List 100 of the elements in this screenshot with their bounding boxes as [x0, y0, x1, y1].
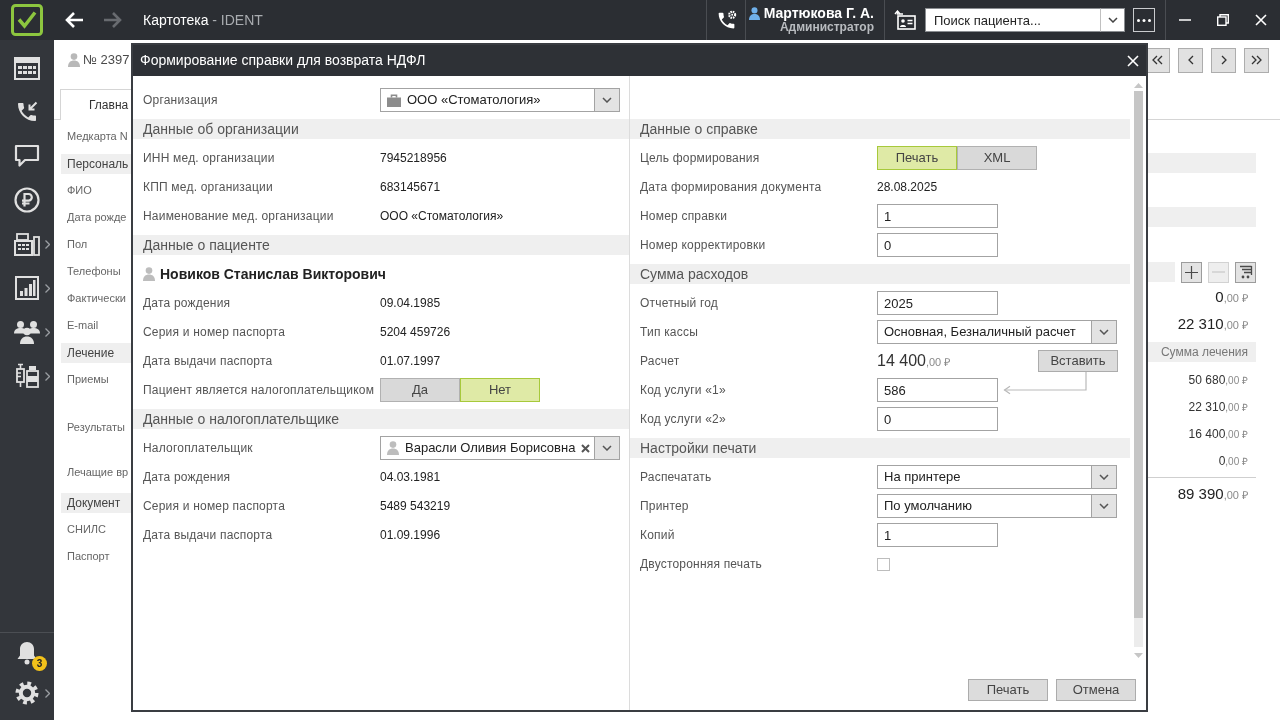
person-icon: [387, 441, 399, 455]
chevron-down-icon: [1099, 329, 1109, 335]
clear-icon[interactable]: [581, 443, 591, 453]
last-button[interactable]: [1244, 47, 1269, 73]
incoming-call-icon[interactable]: [15, 100, 39, 124]
plus-icon: [1185, 265, 1198, 279]
field-label: Расчет: [640, 353, 681, 370]
chevron-down-icon: [602, 97, 612, 103]
window-title: Картотека - IDENT: [143, 10, 263, 30]
section-header: Лечение: [61, 342, 131, 363]
previous-button[interactable]: [1178, 47, 1203, 73]
more-icon: [1137, 18, 1151, 22]
select-field[interactable]: Варасли Оливия Борисовна: [380, 436, 594, 460]
more-button[interactable]: [1133, 8, 1155, 32]
chevron-down-icon: [1099, 474, 1109, 480]
section-header: Данные о налогоплательщике: [133, 408, 629, 429]
field-value: 683145671: [380, 179, 441, 196]
dropdown-button[interactable]: [1100, 8, 1125, 32]
chevron-left-icon: [1187, 55, 1194, 65]
user-role: Администратор: [779, 21, 874, 35]
field-label: Копий: [640, 527, 676, 544]
cash-register-icon[interactable]: [14, 232, 40, 256]
field-label: Фактически: [66, 291, 127, 306]
person-icon: [143, 267, 155, 281]
field-label: Организация: [143, 92, 219, 109]
option-button[interactable]: XML: [957, 146, 1037, 170]
field-value: 09.04.1985: [380, 295, 441, 312]
field-label: Дата выдачи паспорта: [143, 353, 274, 370]
field-label: Медкарта N: [66, 129, 129, 144]
person-icon: [68, 53, 80, 67]
people-icon[interactable]: [14, 320, 40, 344]
section-header: Документ: [61, 492, 131, 513]
amount-text: 50 680,00 ₽: [1187, 372, 1249, 389]
settings-icon[interactable]: [14, 680, 40, 706]
patient-name: Новиков Станислав Викторович: [160, 264, 386, 284]
field-label: Пол: [66, 237, 89, 252]
field-label: Паспорт: [66, 549, 111, 564]
field-value: 28.08.2025: [877, 179, 938, 196]
input-field[interactable]: 0: [877, 407, 998, 431]
chevron-right-icon: [1220, 55, 1227, 65]
insert-button[interactable]: Вставить: [1038, 350, 1118, 372]
field-value: 04.03.1981: [380, 469, 441, 486]
cart-button[interactable]: [1235, 261, 1256, 283]
briefcase-icon: [387, 93, 401, 107]
medicine-icon[interactable]: [14, 363, 40, 389]
option-button[interactable]: Печать: [877, 146, 957, 170]
amount-text: 22 310,00 ₽: [1187, 399, 1249, 416]
chevron-down-icon: [1107, 17, 1118, 23]
input-field[interactable]: 586: [877, 378, 998, 402]
field-label: СНИЛС: [66, 522, 107, 537]
field-value: 7945218956: [380, 150, 447, 167]
select-field[interactable]: На принтере: [877, 465, 1091, 489]
restore-icon[interactable]: [1217, 14, 1229, 26]
select-field[interactable]: Основная, Безналичный расчет: [877, 320, 1091, 344]
field-label: Дата выдачи паспорта: [143, 527, 274, 544]
input-field[interactable]: 2025: [877, 291, 998, 315]
section-header: Сумма расходов: [630, 263, 1130, 284]
option-button[interactable]: Да: [380, 378, 460, 402]
amount-text: 22 310,00 ₽: [1176, 314, 1249, 334]
input-field[interactable]: 1: [877, 204, 998, 228]
select-field[interactable]: По умолчанию: [877, 494, 1091, 518]
ruble-coin-icon[interactable]: [14, 187, 40, 213]
back-arrow-icon[interactable]: [64, 11, 84, 29]
field-label: Дата рождения: [143, 469, 232, 486]
field-label: Пациент является налогоплательщиком: [143, 382, 376, 399]
field-label: Налогоплательщик: [143, 440, 254, 457]
record-number: № 2397: [83, 51, 130, 70]
tab[interactable]: Главна: [60, 89, 131, 120]
dialog-button[interactable]: Печать: [968, 679, 1048, 701]
field-label: Цель формирования: [640, 150, 761, 167]
dialog-title: Формирование справки для возврата НДФЛ: [140, 51, 426, 70]
notification-badge: 3: [32, 656, 47, 671]
checkbox[interactable]: [877, 557, 890, 571]
bar-chart-icon[interactable]: [15, 276, 39, 300]
patient-search-field[interactable]: Поиск пациента...: [925, 8, 1100, 32]
field-label: Серия и номер паспорта: [143, 498, 286, 515]
option-button[interactable]: Нет: [460, 378, 540, 402]
add-button[interactable]: [1181, 261, 1202, 283]
id-card-icon[interactable]: [894, 10, 916, 30]
section-header: Настройки печати: [630, 437, 1130, 458]
section-band: [1147, 262, 1175, 282]
amount-text: 0,00 ₽: [1214, 287, 1249, 307]
select-field[interactable]: ООО «Стоматология»: [380, 88, 594, 112]
amount-text: 16 400,00 ₽: [1187, 426, 1249, 443]
field-label: Наименование мед. организации: [143, 208, 335, 225]
close-icon[interactable]: [1255, 14, 1267, 26]
close-icon[interactable]: [1127, 54, 1139, 67]
field-label: Отчетный год: [640, 295, 720, 312]
dialog-button[interactable]: Отмена: [1056, 679, 1136, 701]
input-field[interactable]: 1: [877, 523, 998, 547]
calendar-grid-icon[interactable]: [14, 56, 40, 80]
chat-bubble-icon[interactable]: [14, 144, 40, 168]
input-field[interactable]: 0: [877, 233, 998, 257]
amount-text: 14 400,00 ₽: [877, 351, 951, 371]
field-label: Двусторонняя печать: [640, 556, 764, 573]
field-label: Дата формирования документа: [640, 179, 823, 196]
field-label: Телефоны: [66, 264, 122, 279]
field-label: КПП мед. организации: [143, 179, 274, 196]
field-value: 5489 543219: [380, 498, 451, 515]
next-button[interactable]: [1211, 47, 1236, 73]
